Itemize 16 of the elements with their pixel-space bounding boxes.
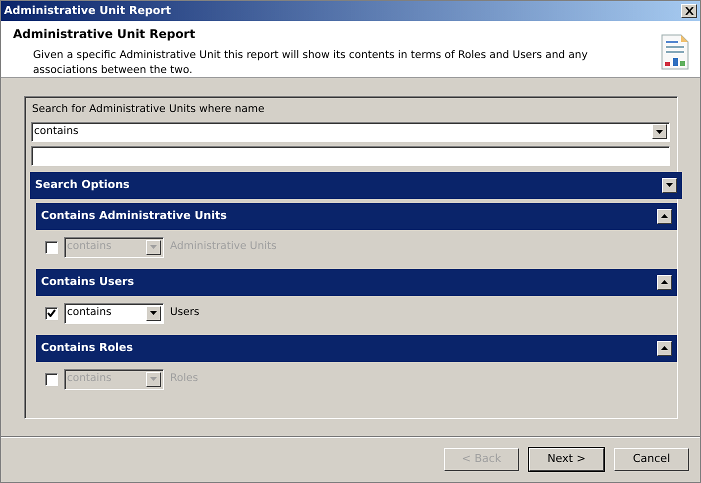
description: Given a specific Administrative Unit this report will show its contents in terms of Roles and Users and any associations between the two.	[32, 48, 589, 78]
section-header[interactable]: Contains Users	[36, 268, 677, 296]
wizard-button[interactable]: Cancel	[614, 448, 689, 471]
page-title: Administrative Unit Report	[13, 26, 196, 43]
search-label: Search for Administrative Units where name	[32, 102, 266, 117]
close-icon	[684, 7, 694, 15]
report-icon	[660, 33, 690, 71]
search-options-header[interactable]: Search Options	[30, 172, 682, 199]
checkbox[interactable]	[45, 306, 58, 320]
window-title: Administrative Unit Report	[4, 2, 172, 19]
close-button[interactable]	[681, 4, 697, 18]
operator-dropdown[interactable]: contains	[64, 302, 164, 324]
wizard-button[interactable]: Next >	[529, 448, 604, 471]
operator-dropdown[interactable]: contains	[31, 122, 670, 142]
field-label: Users	[170, 305, 200, 320]
search-field[interactable]	[31, 146, 670, 166]
